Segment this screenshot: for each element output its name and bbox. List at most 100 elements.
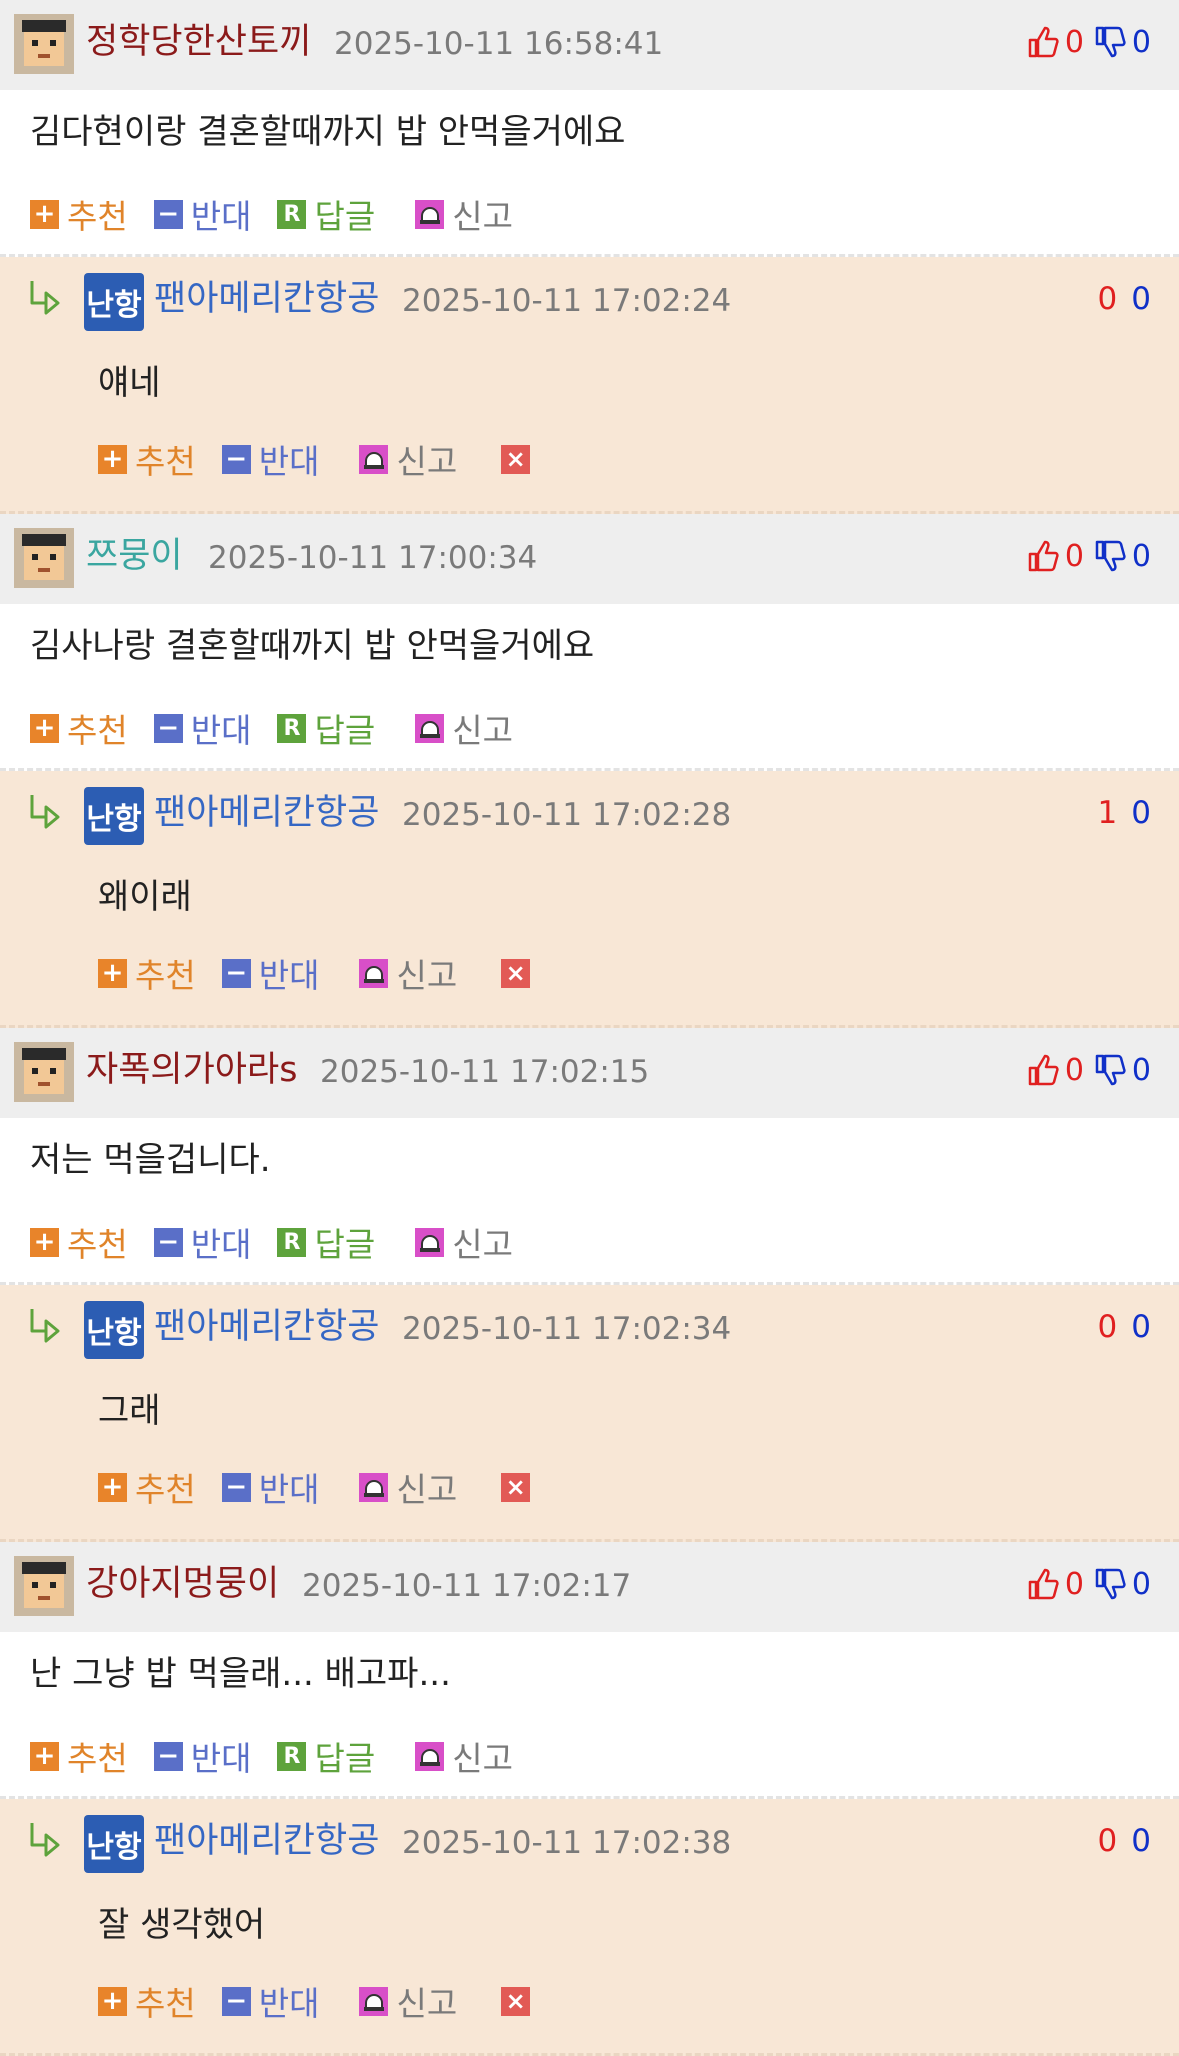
comment-actions: + 추천 − 반대 R 답글 신고 <box>0 178 1179 257</box>
thumbs-down-icon[interactable] <box>1094 1567 1126 1601</box>
reply-actions: + 추천 − 반대 신고 × <box>0 435 1179 514</box>
thumbs-down-icon[interactable] <box>1094 539 1126 573</box>
reply-icon: R <box>277 199 307 229</box>
oppose-button[interactable]: − 반대 <box>153 190 251 238</box>
siren-icon <box>359 1986 389 2016</box>
siren-icon <box>415 199 445 229</box>
close-icon: × <box>501 958 531 988</box>
reply-actions: + 추천 − 반대 신고 × <box>0 949 1179 1028</box>
delete-button[interactable]: × <box>501 1986 538 2016</box>
report-button[interactable]: 신고 <box>359 949 457 997</box>
oppose-label: 반대 <box>258 442 320 481</box>
reply-label: 답글 <box>314 711 376 750</box>
dog-photo-avatar[interactable] <box>14 1556 74 1616</box>
comment-nickname[interactable]: 자폭의가아라s <box>86 1048 297 1092</box>
thumbs-down-icon[interactable] <box>1094 1053 1126 1087</box>
reply-body: 잘 생각했어 <box>0 1889 1179 1977</box>
report-button[interactable]: 신고 <box>359 1463 457 1511</box>
delete-button[interactable]: × <box>501 444 538 474</box>
reply-button[interactable]: R 답글 <box>277 704 375 752</box>
reply-nickname[interactable]: 팬아메리칸항공 <box>154 1819 379 1863</box>
siren-icon <box>415 713 445 743</box>
oppose-label: 반대 <box>190 1739 252 1778</box>
comment-nickname[interactable]: 쯔뭉이 <box>86 534 183 578</box>
oppose-label: 반대 <box>190 711 252 750</box>
reply-text: 그래 <box>98 1391 161 1431</box>
reply-arrow-icon <box>28 1821 68 1861</box>
recommend-button[interactable]: + 추천 <box>98 949 196 997</box>
reply-button[interactable]: R 답글 <box>277 1218 375 1266</box>
comment-text: 김사나랑 결혼할때까지 밥 안먹을거에요 <box>30 626 595 666</box>
comment-body: 김사나랑 결혼할때까지 밥 안먹을거에요 <box>0 604 1179 692</box>
reply-header: 난항 팬아메리칸항공 2025-10-11 17:02:24 0 0 <box>0 257 1179 347</box>
reply-nickname[interactable]: 팬아메리칸항공 <box>154 791 379 835</box>
recommend-button[interactable]: + 추천 <box>98 1463 196 1511</box>
avatar-image-icon <box>14 14 74 74</box>
thumbs-up-icon[interactable] <box>1027 539 1059 573</box>
plus-icon: + <box>30 713 59 743</box>
downvote-count: 0 <box>1131 538 1151 574</box>
comment-text: 저는 먹을겁니다. <box>30 1140 271 1180</box>
thumbs-up-icon[interactable] <box>1027 1053 1059 1087</box>
siren-icon <box>359 1472 389 1502</box>
recommend-button[interactable]: + 추천 <box>30 1218 128 1266</box>
reply-actions: + 추천 − 반대 신고 × <box>0 1977 1179 2056</box>
comment-list: 정학당한산토끼 2025-10-11 16:58:41 0 0 김다현이랑 결혼… <box>0 0 1179 2056</box>
reply-avatar-text: 난항 <box>86 1830 142 1865</box>
recommend-button[interactable]: + 추천 <box>30 1732 128 1780</box>
plus-icon: + <box>30 1227 59 1257</box>
delete-button[interactable]: × <box>501 958 538 988</box>
photo-avatar[interactable] <box>14 528 74 588</box>
recommend-label: 추천 <box>67 711 128 750</box>
minus-icon: − <box>153 713 183 743</box>
comment-nickname[interactable]: 정학당한산토끼 <box>86 20 311 64</box>
report-button[interactable]: 신고 <box>415 1732 513 1780</box>
comment-date: 2025-10-11 17:02:15 <box>320 1054 650 1090</box>
pixel-character-avatar[interactable] <box>14 14 74 74</box>
sketch-avatar[interactable] <box>14 1042 74 1102</box>
reply-comment: 난항 팬아메리칸항공 2025-10-11 17:02:38 0 0 잘 생각했… <box>0 1799 1179 2056</box>
reply-nickname[interactable]: 팬아메리칸항공 <box>154 277 379 321</box>
reply-comment: 난항 팬아메리칸항공 2025-10-11 17:02:28 1 0 왜이래 +… <box>0 771 1179 1028</box>
reply-avatar[interactable]: 난항 <box>84 1301 144 1359</box>
reply-avatar[interactable]: 난항 <box>84 273 144 331</box>
thumbs-down-icon[interactable] <box>1094 25 1126 59</box>
comment-body: 김다현이랑 결혼할때까지 밥 안먹을거에요 <box>0 90 1179 178</box>
reply-label: 답글 <box>314 1225 376 1264</box>
report-button[interactable]: 신고 <box>359 435 457 483</box>
downvote-count: 0 <box>1131 1052 1151 1088</box>
comment-nickname[interactable]: 강아지멍뭉이 <box>86 1562 279 1606</box>
reply-avatar[interactable]: 난항 <box>84 787 144 845</box>
recommend-button[interactable]: + 추천 <box>30 704 128 752</box>
report-button[interactable]: 신고 <box>359 1977 457 2025</box>
recommend-button[interactable]: + 추천 <box>30 190 128 238</box>
oppose-button[interactable]: − 반대 <box>153 704 252 752</box>
reply-button[interactable]: R 답글 <box>277 190 375 238</box>
oppose-button[interactable]: − 반대 <box>221 435 320 483</box>
reply-votes: 1 0 <box>1098 791 1151 835</box>
recommend-button[interactable]: + 추천 <box>98 435 196 483</box>
thumbs-up-icon[interactable] <box>1027 1567 1059 1601</box>
oppose-button[interactable]: − 반대 <box>221 949 319 997</box>
reply-label: 답글 <box>314 1739 376 1778</box>
report-button[interactable]: 신고 <box>415 1218 513 1266</box>
thumbs-up-icon[interactable] <box>1027 25 1059 59</box>
reply-body: 얘네 <box>0 347 1179 435</box>
oppose-button[interactable]: − 반대 <box>221 1977 319 2025</box>
reply-nickname[interactable]: 팬아메리칸항공 <box>154 1305 379 1349</box>
comment-body: 난 그냥 밥 먹을래... 배고파... <box>0 1632 1179 1720</box>
delete-button[interactable]: × <box>501 1472 538 1502</box>
reply-upvote-count: 0 <box>1097 281 1118 317</box>
reply-downvote-count: 0 <box>1131 795 1151 831</box>
report-button[interactable]: 신고 <box>415 190 513 238</box>
recommend-button[interactable]: + 추천 <box>98 1977 196 2025</box>
reply-actions: + 추천 − 반대 신고 × <box>0 1463 1179 1542</box>
comment-date: 2025-10-11 16:58:41 <box>334 26 664 62</box>
report-button[interactable]: 신고 <box>415 704 513 752</box>
oppose-button[interactable]: − 반대 <box>221 1463 319 1511</box>
oppose-button[interactable]: − 반대 <box>153 1218 251 1266</box>
recommend-label: 추천 <box>135 1470 196 1509</box>
reply-avatar[interactable]: 난항 <box>84 1815 144 1873</box>
oppose-button[interactable]: − 반대 <box>153 1732 252 1780</box>
reply-button[interactable]: R 답글 <box>277 1732 375 1780</box>
